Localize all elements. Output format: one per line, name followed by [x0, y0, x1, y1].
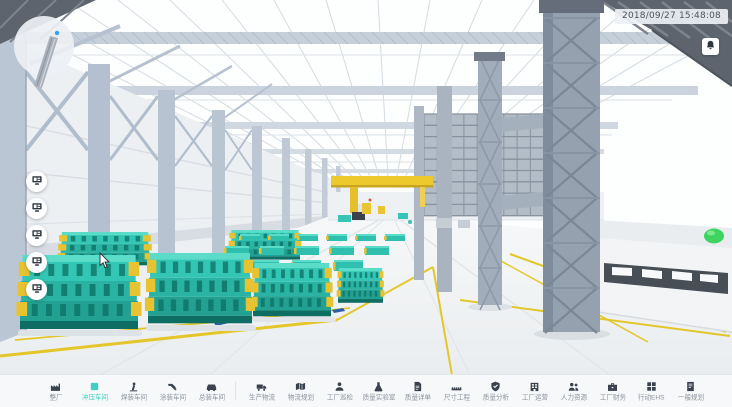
viewpoint-button[interactable] [26, 198, 47, 219]
toolbar-item-label: 工厂运营 [521, 394, 547, 401]
toolbar-item-painting[interactable]: 涂装车间 [153, 379, 192, 403]
toolbar-item-plan[interactable]: 一般规划 [671, 379, 710, 403]
toolbar-item-stamping[interactable]: 冲压车间 [75, 379, 114, 403]
toolbar-item-quality-report[interactable]: 质量详单 [398, 379, 437, 403]
monitor-icon [31, 228, 43, 243]
viewpoint-button[interactable] [26, 225, 47, 246]
viewpoint-button-stack [26, 171, 47, 300]
dimension-icon [451, 380, 462, 392]
toolbar-item-quality-analysis[interactable]: 质量分析 [476, 379, 515, 403]
app-root: 2018/09/27 15:48:08 整厂 冲压车间 焊装车间 涂装车间 总装… [0, 0, 732, 407]
toolbar-item-label: 工厂巡检 [326, 394, 352, 401]
plan-icon [685, 380, 696, 392]
finance-icon [607, 380, 618, 392]
toolbar-item-label: 质量详单 [404, 394, 430, 401]
notification-button[interactable] [702, 38, 719, 55]
toolbar-item-label: 涂装车间 [159, 394, 185, 401]
toolbar-item-lab[interactable]: 质量实验室 [359, 379, 398, 403]
toolbar-item-hr[interactable]: 人力资源 [554, 379, 593, 403]
clock-timestamp: 2018/09/27 15:48:08 [615, 9, 728, 24]
toolbar-item-label: 生产物流 [248, 394, 274, 401]
inspection-icon [334, 380, 345, 392]
toolbar-item-factory[interactable]: 整厂 [36, 379, 75, 403]
toolbar-divider [235, 382, 236, 400]
bell-icon [705, 39, 716, 54]
monitor-icon [31, 201, 43, 216]
monitor-icon [31, 282, 43, 297]
operations-icon [529, 380, 540, 392]
workshop-nav-group: 整厂 冲压车间 焊装车间 涂装车间 总装车间 [36, 379, 231, 403]
toolbar-item-label: 物流规划 [287, 394, 313, 401]
toolbar-item-label: 冲压车间 [81, 394, 107, 401]
quality-report-icon [412, 380, 423, 392]
toolbar-item-welding[interactable]: 焊装车间 [114, 379, 153, 403]
toolbar-item-ehs[interactable]: 行动EHS [632, 379, 671, 403]
scene-3d-viewport[interactable] [0, 0, 732, 375]
toolbar-item-assembly[interactable]: 总装车间 [192, 379, 231, 403]
toolbar-item-label: 行动EHS [638, 394, 665, 401]
toolbar-item-label: 一般规划 [677, 394, 703, 401]
assembly-icon [206, 380, 217, 392]
logistics-plan-icon [295, 380, 306, 392]
quality-analysis-icon [490, 380, 501, 392]
ehs-icon [646, 380, 657, 392]
monitor-icon [31, 255, 43, 270]
logo-blue-dot [55, 31, 59, 35]
lab-icon [373, 380, 384, 392]
toolbar-item-finance[interactable]: 工厂财务 [593, 379, 632, 403]
bottom-toolbar: 整厂 冲压车间 焊装车间 涂装车间 总装车间 生产物流 物流规划 工厂巡检 质量… [0, 374, 732, 407]
hr-icon [568, 380, 579, 392]
toolbar-item-label: 工厂财务 [599, 394, 625, 401]
toolbar-item-operations[interactable]: 工厂运营 [515, 379, 554, 403]
status-green-object [704, 229, 724, 244]
front-column [534, 0, 610, 340]
toolbar-item-logistics-plan[interactable]: 物流规划 [281, 379, 320, 403]
stamping-icon [89, 380, 100, 392]
toolbar-item-label: 人力资源 [560, 394, 586, 401]
toolbar-item-logistics-truck[interactable]: 生产物流 [242, 379, 281, 403]
toolbar-item-inspection[interactable]: 工厂巡检 [320, 379, 359, 403]
factory-icon [50, 380, 61, 392]
viewpoint-button[interactable] [26, 171, 47, 192]
module-nav-group: 生产物流 物流规划 工厂巡检 质量实验室 质量详单 尺寸工程 质量分析 工厂运营… [242, 379, 710, 403]
monitor-icon [31, 174, 43, 189]
painting-icon [167, 380, 178, 392]
welding-icon [128, 380, 139, 392]
viewpoint-button[interactable] [26, 252, 47, 273]
logistics-truck-icon [256, 380, 267, 392]
toolbar-item-label: 质量实验室 [362, 394, 395, 401]
toolbar-item-label: 焊装车间 [120, 394, 146, 401]
toolbar-item-label: 总装车间 [198, 394, 224, 401]
toolbar-item-label: 整厂 [49, 394, 62, 401]
toolbar-item-label: 尺寸工程 [443, 394, 469, 401]
viewpoint-button[interactable] [26, 279, 47, 300]
toolbar-item-label: 质量分析 [482, 394, 508, 401]
toolbar-item-dimension[interactable]: 尺寸工程 [437, 379, 476, 403]
